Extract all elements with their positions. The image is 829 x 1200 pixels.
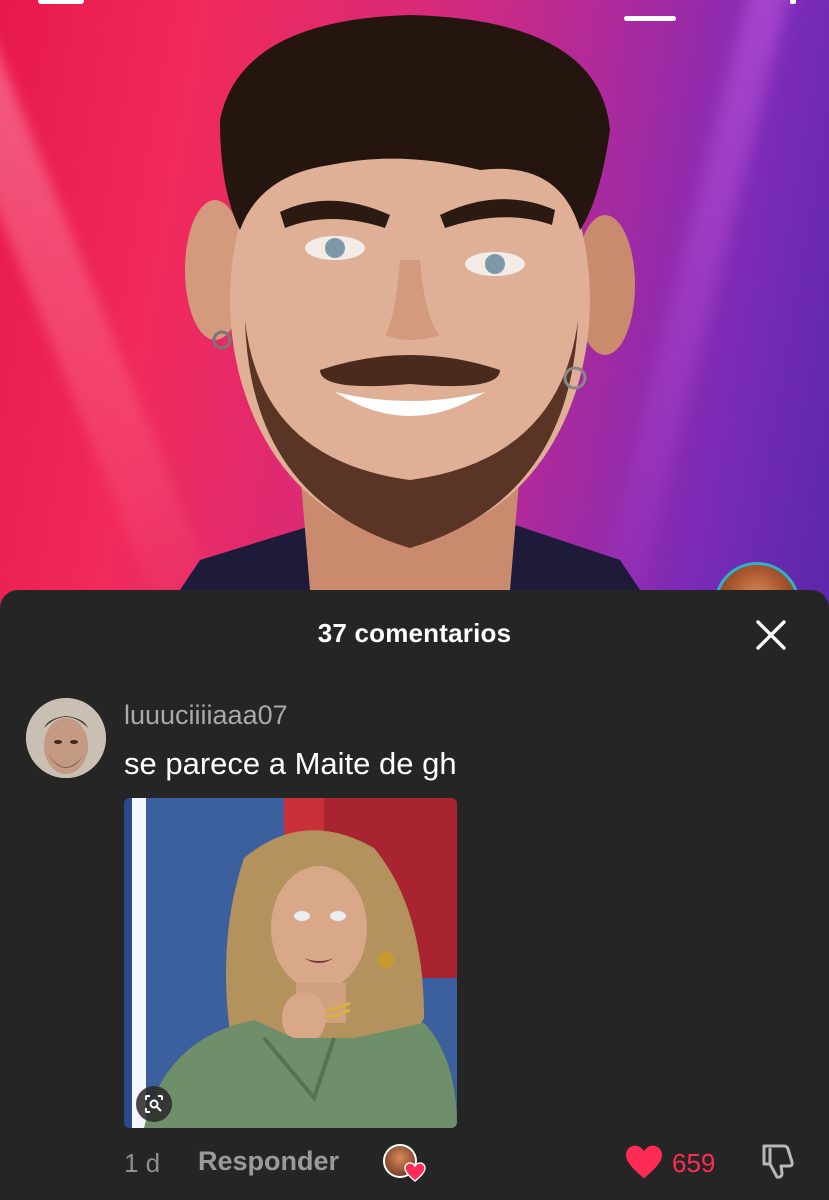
reply-button[interactable]: Responder xyxy=(198,1146,339,1177)
creator-heart-icon xyxy=(404,1162,426,1182)
comment-attached-image[interactable] xyxy=(124,798,457,1128)
comment-username[interactable]: luuuciiiiaaa07 xyxy=(124,700,288,731)
comments-count-title: 37 comentarios xyxy=(317,618,512,648)
status-bar-fragment xyxy=(38,0,84,4)
close-button[interactable] xyxy=(752,616,790,654)
video-person-portrait xyxy=(160,15,660,620)
like-count: 659 xyxy=(672,1148,716,1178)
close-icon xyxy=(756,620,786,650)
video-background[interactable] xyxy=(0,0,829,620)
comment-timestamp: 1 d xyxy=(124,1148,161,1178)
status-bar-fragment-right xyxy=(790,0,796,4)
comment-text: se parece a Maite de gh xyxy=(124,746,457,781)
dislike-icon[interactable] xyxy=(756,1140,798,1182)
comments-sheet: 37 comentarios luuuciiiiaaa07 se parece … xyxy=(0,590,829,1200)
commenter-avatar[interactable] xyxy=(26,698,106,778)
heart-icon[interactable] xyxy=(624,1144,664,1180)
lens-search-icon[interactable] xyxy=(136,1086,172,1122)
tab-indicator xyxy=(624,16,676,21)
